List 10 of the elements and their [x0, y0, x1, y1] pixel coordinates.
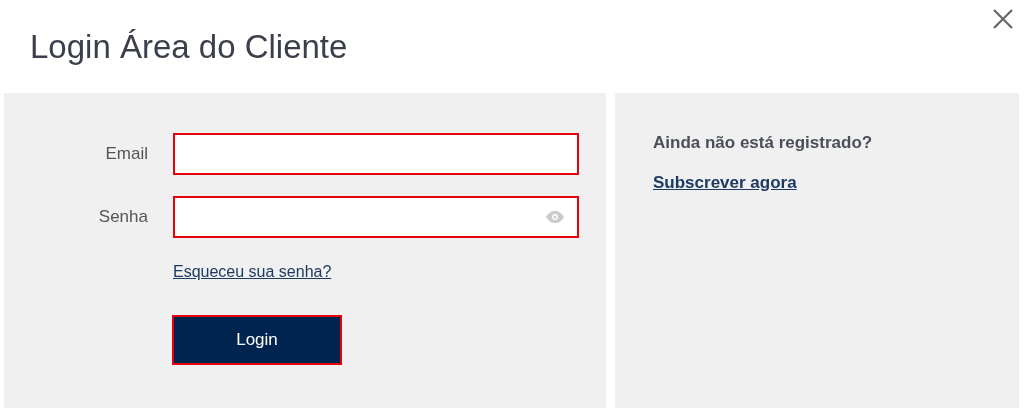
email-field[interactable] — [173, 133, 579, 175]
field-label: Email — [104, 144, 148, 164]
dialog-title: Login Área do Cliente — [30, 28, 348, 66]
close-icon[interactable] — [992, 8, 1014, 30]
register-question: Ainda não está registrado? — [653, 133, 874, 153]
forgot-password-link[interactable]: Esqueceu sua senha? — [173, 263, 332, 281]
password-field[interactable] — [173, 196, 579, 238]
field-label: Senha — [97, 207, 148, 227]
subscribe-link[interactable]: Subscrever agora — [653, 173, 797, 192]
login-button[interactable]: Login — [172, 315, 342, 365]
